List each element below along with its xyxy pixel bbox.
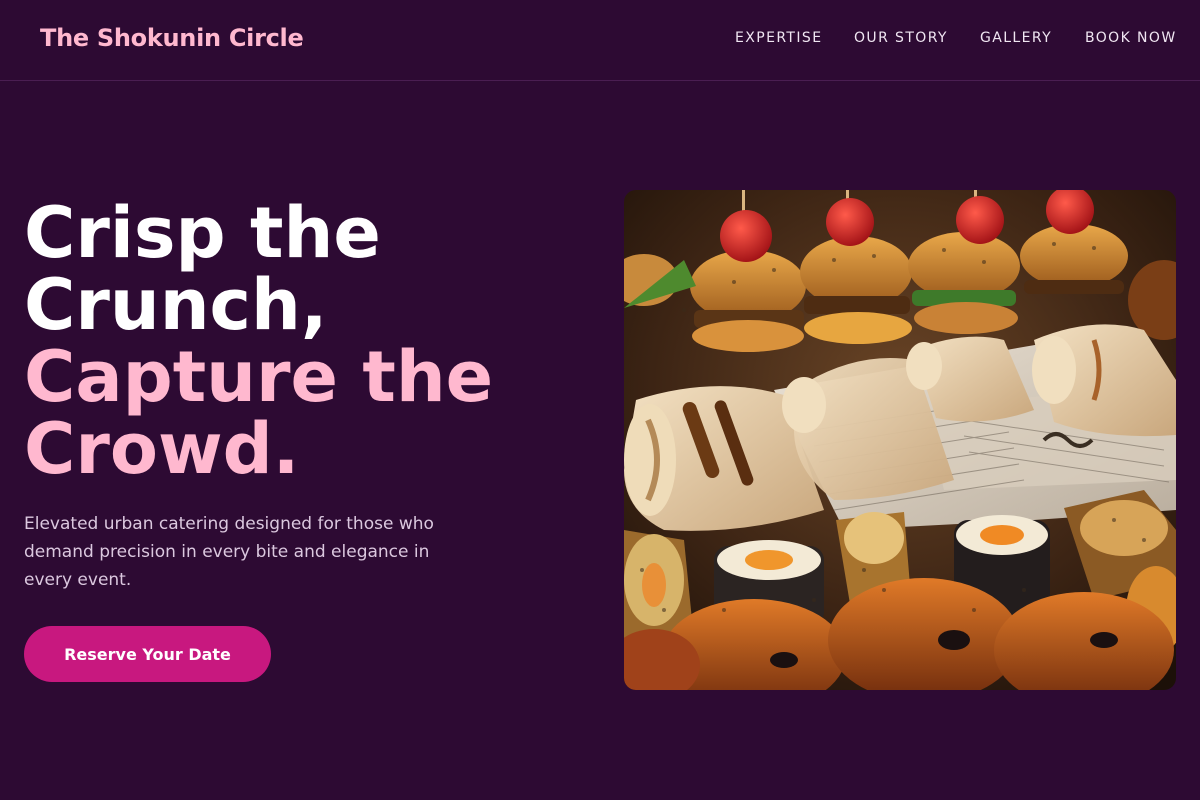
hero-description-line: demand precision in every bite and elega… [24,542,430,562]
hero-title-line: Crisp the [24,192,381,274]
nav-link-our-story[interactable]: OUR STORY [854,28,948,48]
catering-platter-photo [624,190,1176,690]
hero-title: Crisp the Crunch, Capture the Crowd. [24,197,493,485]
main-nav: EXPERTISE OUR STORY GALLERY BOOK NOW [735,28,1176,48]
page: The Shokunin Circle EXPERTISE OUR STORY … [0,0,1200,800]
hero-description: Elevated urban catering designed for tho… [24,510,484,594]
brand-logo[interactable]: The Shokunin Circle [40,22,304,54]
hero-food-image [624,190,1176,690]
hero-title-accent-line: Capture the [24,336,494,418]
hero-description-line: every event. [24,570,132,590]
site-header: The Shokunin Circle EXPERTISE OUR STORY … [0,0,1200,81]
hero-description-line: Elevated urban catering designed for tho… [24,514,434,534]
hero-title-line: Crunch, [24,264,328,346]
nav-link-expertise[interactable]: EXPERTISE [735,28,822,48]
hero-title-accent-line: Crowd. [24,408,300,490]
nav-link-gallery[interactable]: GALLERY [980,28,1052,48]
nav-link-book-now[interactable]: BOOK NOW [1085,28,1177,48]
reserve-date-button[interactable]: Reserve Your Date [24,626,271,682]
